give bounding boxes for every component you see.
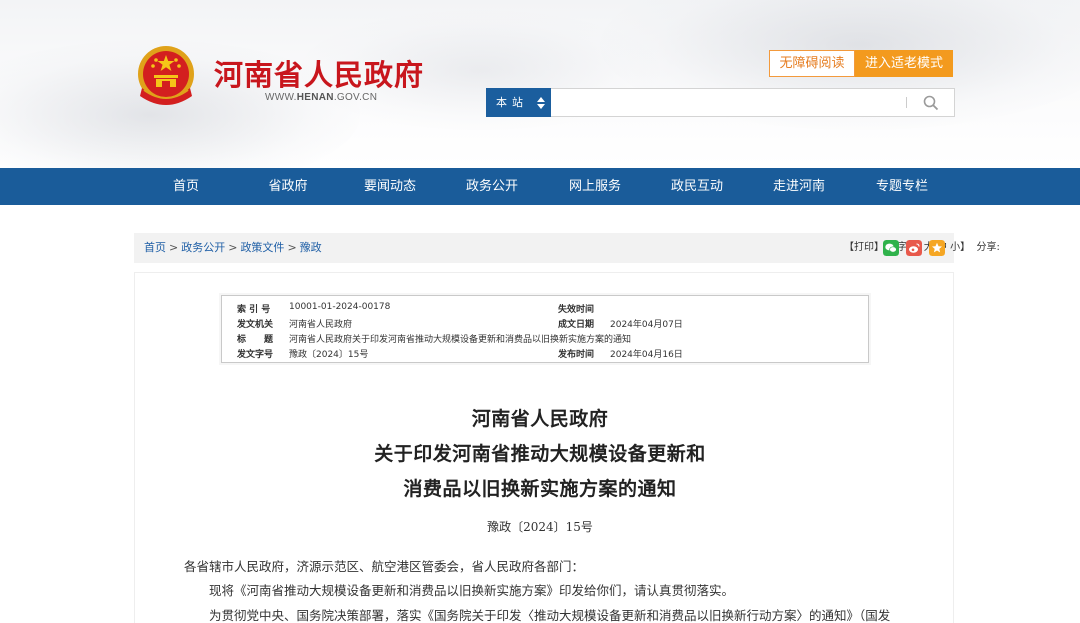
- domain-main: HENAN: [296, 92, 334, 103]
- domain-suffix: .GOV.CN: [333, 92, 378, 103]
- meta-written-value: 2024年04月07日: [610, 320, 683, 330]
- meta-publish-label: 发布时间: [558, 350, 595, 360]
- favorite-star-icon[interactable]: [929, 240, 945, 256]
- accessibility-reading-button[interactable]: 无障碍阅读: [769, 50, 855, 77]
- breadcrumb-separator: >: [287, 241, 297, 254]
- meta-docno-value: 豫政〔2024〕15号: [289, 350, 369, 360]
- site-domain: WWW.HENAN.GOV.CN: [265, 92, 377, 103]
- document-number: 豫政〔2024〕15号: [487, 520, 593, 534]
- breadcrumb-policy-docs[interactable]: 政策文件: [240, 241, 284, 254]
- nav-item-news[interactable]: 要闻动态: [364, 168, 416, 205]
- meta-docno-label: 发文字号: [237, 350, 274, 360]
- meta-issuer-value: 河南省人民政府: [289, 320, 353, 330]
- breadcrumb-gov-affairs[interactable]: 政务公开: [181, 241, 225, 254]
- font-size-close: 】: [960, 242, 971, 253]
- nav-item-gov-affairs[interactable]: 政务公开: [466, 168, 518, 205]
- share-label: 分享:: [976, 242, 1000, 253]
- nav-item-about-henan[interactable]: 走进河南: [773, 168, 825, 205]
- national-emblem-icon: [138, 46, 194, 105]
- document-metadata-table: 索 引 号 10001-01-2024-00178 失效时间 发文机关 河南省人…: [221, 295, 869, 363]
- site-name[interactable]: 河南省人民政府: [214, 52, 424, 94]
- meta-issuer-label: 发文机关: [237, 320, 274, 330]
- document-title-line-2: 关于印发河南省推动大规模设备更新和: [374, 443, 706, 465]
- document-title-line-3: 消费品以旧换新实施方案的通知: [403, 478, 677, 500]
- breadcrumb-separator: >: [169, 241, 179, 254]
- nav-item-special-topics[interactable]: 专题专栏: [876, 168, 928, 205]
- nav-item-online-service[interactable]: 网上服务: [569, 168, 621, 205]
- breadcrumb-yuzheng[interactable]: 豫政: [300, 241, 322, 254]
- updown-arrow-icon: [537, 97, 545, 109]
- elder-mode-button[interactable]: 进入适老模式: [855, 50, 953, 77]
- document-title-line-1: 河南省人民政府: [471, 408, 609, 430]
- document-salutation: 各省辖市人民政府，济源示范区、航空港区管委会，省人民政府各部门：: [184, 559, 585, 574]
- search-scope-select[interactable]: 本站: [486, 88, 551, 117]
- nav-item-home[interactable]: 首页: [173, 168, 199, 205]
- search-scope-label: 本站: [496, 96, 528, 109]
- meta-title-label: 标 题: [237, 335, 274, 345]
- breadcrumb: 首页 > 政务公开 > 政策文件 > 豫政: [144, 233, 322, 263]
- search-input[interactable]: [551, 88, 955, 117]
- print-button[interactable]: 【打印】: [844, 242, 884, 253]
- search-divider: [906, 97, 907, 108]
- document-paragraph: 为贯彻党中央、国务院决策部署，落实《国务院关于印发〈推动大规模设备更新和消费品以…: [209, 608, 891, 623]
- breadcrumb-home[interactable]: 首页: [144, 241, 166, 254]
- nav-item-interaction[interactable]: 政民互动: [671, 168, 723, 205]
- meta-title-value: 河南省人民政府关于印发河南省推动大规模设备更新和消费品以旧换新实施方案的通知: [289, 335, 632, 345]
- font-small-button[interactable]: 小: [950, 242, 960, 253]
- nav-item-province-gov[interactable]: 省政府: [268, 168, 307, 205]
- document-paragraph: 现将《河南省推动大规模设备更新和消费品以旧换新实施方案》印发给你们，请认真贯彻落…: [209, 583, 735, 598]
- breadcrumb-bar: 首页>政务公开>政策文件>豫政 【打印】 【字体: 大 中 小】 分享:: [134, 233, 1000, 263]
- breadcrumb-separator: >: [228, 241, 238, 254]
- meta-index-label: 索 引 号: [237, 305, 271, 315]
- weibo-share-icon[interactable]: [906, 240, 922, 256]
- search-icon[interactable]: [922, 94, 940, 112]
- meta-index-value: 10001-01-2024-00178: [289, 302, 391, 312]
- main-nav: 首页 省政府 要闻动态 政务公开 网上服务 政民互动 走进河南 专题专栏: [0, 168, 1080, 205]
- wechat-share-icon[interactable]: [883, 240, 899, 256]
- meta-publish-value: 2024年04月16日: [610, 350, 683, 360]
- site-header: 河南省人民政府 WWW.HENAN.GOV.CN 无障碍阅读 进入适老模式 本站: [0, 0, 1080, 168]
- domain-prefix: WWW.: [265, 92, 297, 103]
- meta-written-label: 成文日期: [558, 320, 595, 330]
- meta-expiry-label: 失效时间: [558, 305, 595, 315]
